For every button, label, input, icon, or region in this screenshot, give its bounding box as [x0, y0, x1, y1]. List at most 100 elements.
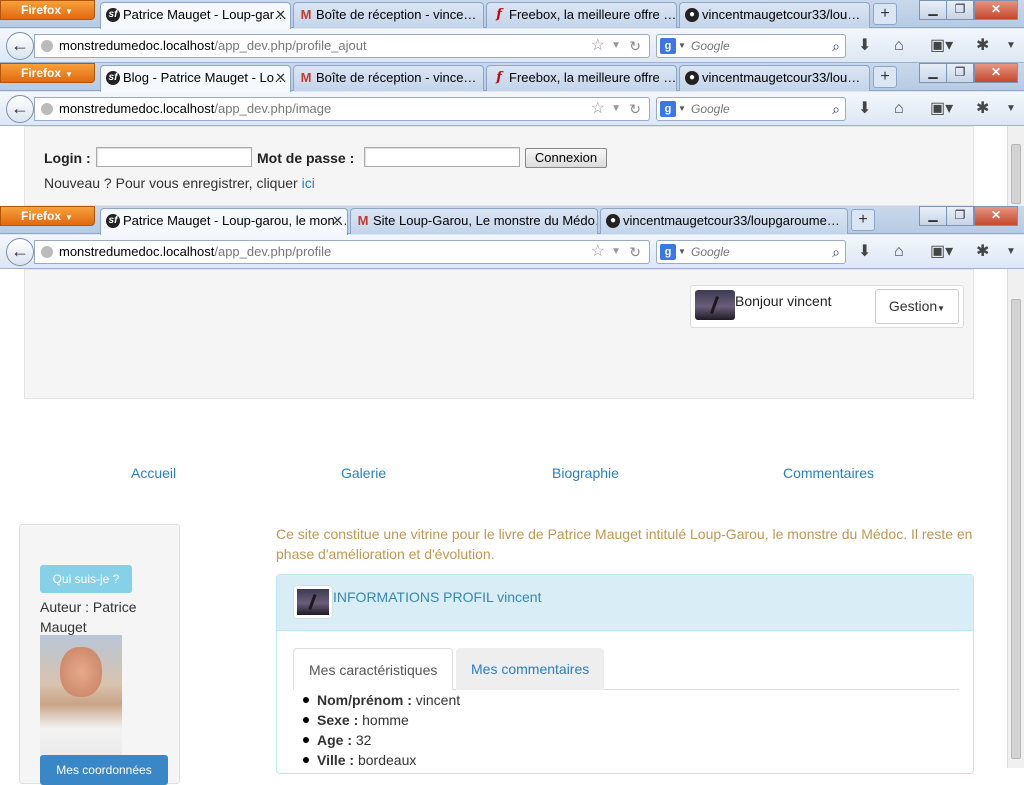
bookmark-star-icon[interactable]: ☆: [591, 241, 605, 263]
chevron-down-icon: ▼: [65, 70, 73, 79]
google-icon: g: [660, 38, 676, 54]
maximize-button[interactable]: ❐: [946, 206, 974, 226]
addon-icon[interactable]: ✱: [976, 99, 989, 119]
bookmarks-menu-icon[interactable]: ▣▾: [930, 36, 953, 56]
password-input[interactable]: [364, 147, 520, 167]
url-bar[interactable]: monstredumedoc.localhost/app_dev.php/pro…: [34, 34, 650, 58]
browser-tab[interactable]: sf Blog - Patrice Mauget - Lo… ✕: [100, 65, 291, 92]
new-tab-button[interactable]: +: [873, 3, 897, 25]
scrollbar-thumb[interactable]: [1011, 144, 1021, 204]
chevron-down-icon[interactable]: ▼: [611, 98, 621, 120]
search-icon[interactable]: ⌕: [832, 98, 840, 120]
tab-mes-caracteristiques[interactable]: Mes caractéristiques: [293, 648, 454, 690]
github-icon: ●: [685, 8, 699, 22]
bookmarks-menu-icon[interactable]: ▣▾: [930, 242, 953, 262]
bookmark-star-icon[interactable]: ☆: [591, 98, 605, 120]
search-bar[interactable]: g ▼ Google ⌕: [656, 240, 846, 264]
close-icon[interactable]: ✕: [275, 66, 286, 90]
tab-title: Boîte de réception - vince…: [316, 7, 477, 22]
browser-tab[interactable]: f Freebox, la meilleure offre …: [486, 2, 677, 28]
nav-link-biographie[interactable]: Biographie: [552, 465, 619, 481]
reload-icon[interactable]: ↻: [629, 98, 641, 120]
search-bar[interactable]: g ▼ Google ⌕: [656, 34, 846, 58]
browser-tab[interactable]: sf Patrice Mauget - Loup-gar… ✕: [100, 2, 291, 29]
gmail-icon: M: [357, 213, 369, 228]
browser-tab[interactable]: ● vincentmaugetcour33/lou…: [679, 2, 870, 28]
url-bar[interactable]: monstredumedoc.localhost/app_dev.php/ima…: [34, 97, 650, 121]
gmail-icon: M: [300, 7, 312, 22]
bookmark-star-icon[interactable]: ☆: [591, 35, 605, 57]
register-link[interactable]: ici: [302, 175, 315, 191]
url-bar[interactable]: monstredumedoc.localhost/app_dev.php/pro…: [34, 240, 650, 264]
chevron-down-icon[interactable]: ▼: [678, 35, 686, 57]
tab-mes-commentaires[interactable]: Mes commentaires: [456, 648, 605, 690]
search-placeholder: Google: [691, 245, 730, 259]
browser-tab[interactable]: ● vincentmaugetcour33/lou…: [679, 65, 870, 91]
search-bar[interactable]: g ▼ Google ⌕: [656, 97, 846, 121]
reload-icon[interactable]: ↻: [629, 35, 641, 57]
back-button[interactable]: ←: [6, 238, 34, 266]
nav-link-commentaires[interactable]: Commentaires: [783, 465, 874, 481]
back-button[interactable]: ←: [6, 32, 34, 60]
minimize-button[interactable]: ▁: [919, 206, 947, 226]
scrollbar[interactable]: [1007, 269, 1024, 768]
new-tab-button[interactable]: +: [851, 209, 875, 231]
firefox-menu-button[interactable]: Firefox ▼: [0, 63, 95, 83]
navigation-toolbar: ← monstredumedoc.localhost/app_dev.php/i…: [0, 92, 1024, 126]
chevron-down-icon[interactable]: ▼: [611, 35, 621, 57]
browser-tab[interactable]: M Boîte de réception - vince…: [293, 2, 484, 28]
register-prompt: Nouveau ? Pour vous enregistrer, cliquer: [44, 175, 298, 191]
scrollbar-thumb[interactable]: [1011, 299, 1021, 759]
menu-chevron-icon[interactable]: ▼: [1006, 242, 1016, 262]
firefox-menu-button[interactable]: Firefox ▼: [0, 206, 95, 226]
home-icon[interactable]: ⌂: [894, 36, 904, 56]
menu-chevron-icon[interactable]: ▼: [1006, 99, 1016, 119]
bookmarks-menu-icon[interactable]: ▣▾: [930, 99, 953, 119]
addon-icon[interactable]: ✱: [976, 242, 989, 262]
chevron-down-icon[interactable]: ▼: [611, 241, 621, 263]
contact-button[interactable]: Mes coordonnées: [40, 755, 168, 785]
download-icon[interactable]: ⬇: [858, 242, 871, 262]
new-tab-button[interactable]: +: [873, 66, 897, 88]
firefox-menu-button[interactable]: Firefox ▼: [0, 0, 95, 20]
addon-icon[interactable]: ✱: [976, 36, 989, 56]
scrollbar[interactable]: [1007, 126, 1024, 206]
browser-chrome-1: Firefox ▼ sf Patrice Mauget - Loup-gar… ✕ M…: [0, 0, 1024, 63]
browser-tab[interactable]: ● vincentmaugetcour33/loupgaroume…: [600, 208, 848, 234]
download-icon[interactable]: ⬇: [858, 36, 871, 56]
tab-title: Site Loup-Garou, Le monstre du Médo…: [373, 213, 598, 228]
navigation-toolbar: ← monstredumedoc.localhost/app_dev.php/p…: [0, 29, 1024, 63]
field-label: Sexe :: [317, 712, 359, 728]
close-window-button[interactable]: ✕: [974, 206, 1018, 226]
search-icon[interactable]: ⌕: [832, 35, 840, 57]
nav-link-galerie[interactable]: Galerie: [341, 465, 386, 481]
chevron-down-icon[interactable]: ▼: [678, 98, 686, 120]
login-input[interactable]: [96, 147, 252, 167]
home-icon[interactable]: ⌂: [894, 99, 904, 119]
reload-icon[interactable]: ↻: [629, 241, 641, 263]
browser-tab[interactable]: f Freebox, la meilleure offre …: [486, 65, 677, 91]
home-icon[interactable]: ⌂: [894, 242, 904, 262]
close-icon[interactable]: ✕: [275, 3, 286, 27]
browser-tab[interactable]: M Site Loup-Garou, Le monstre du Médo…: [350, 208, 598, 234]
menu-chevron-icon[interactable]: ▼: [1006, 36, 1016, 56]
back-button[interactable]: ←: [6, 95, 34, 123]
close-window-button[interactable]: ✕: [974, 63, 1018, 83]
about-me-button[interactable]: Qui suis-je ?: [40, 565, 132, 593]
close-window-button[interactable]: ✕: [974, 0, 1018, 20]
nav-link-accueil[interactable]: Accueil: [131, 465, 176, 481]
minimize-button[interactable]: ▁: [919, 63, 947, 83]
maximize-button[interactable]: ❐: [946, 63, 974, 83]
chevron-down-icon[interactable]: ▼: [678, 241, 686, 263]
field-value: 32: [355, 732, 372, 748]
download-icon[interactable]: ⬇: [858, 99, 871, 119]
connexion-button[interactable]: Connexion: [525, 148, 607, 168]
search-icon[interactable]: ⌕: [832, 241, 840, 263]
browser-tab[interactable]: M Boîte de réception - vince…: [293, 65, 484, 91]
minimize-button[interactable]: ▁: [919, 0, 947, 20]
browser-tab[interactable]: sf Patrice Mauget - Loup-garou, le mon… ✕: [100, 208, 348, 235]
maximize-button[interactable]: ❐: [946, 0, 974, 20]
greeting-text: Bonjour vincent: [735, 293, 832, 309]
close-icon[interactable]: ✕: [332, 209, 343, 233]
gestion-dropdown-button[interactable]: Gestion▼: [875, 289, 959, 324]
